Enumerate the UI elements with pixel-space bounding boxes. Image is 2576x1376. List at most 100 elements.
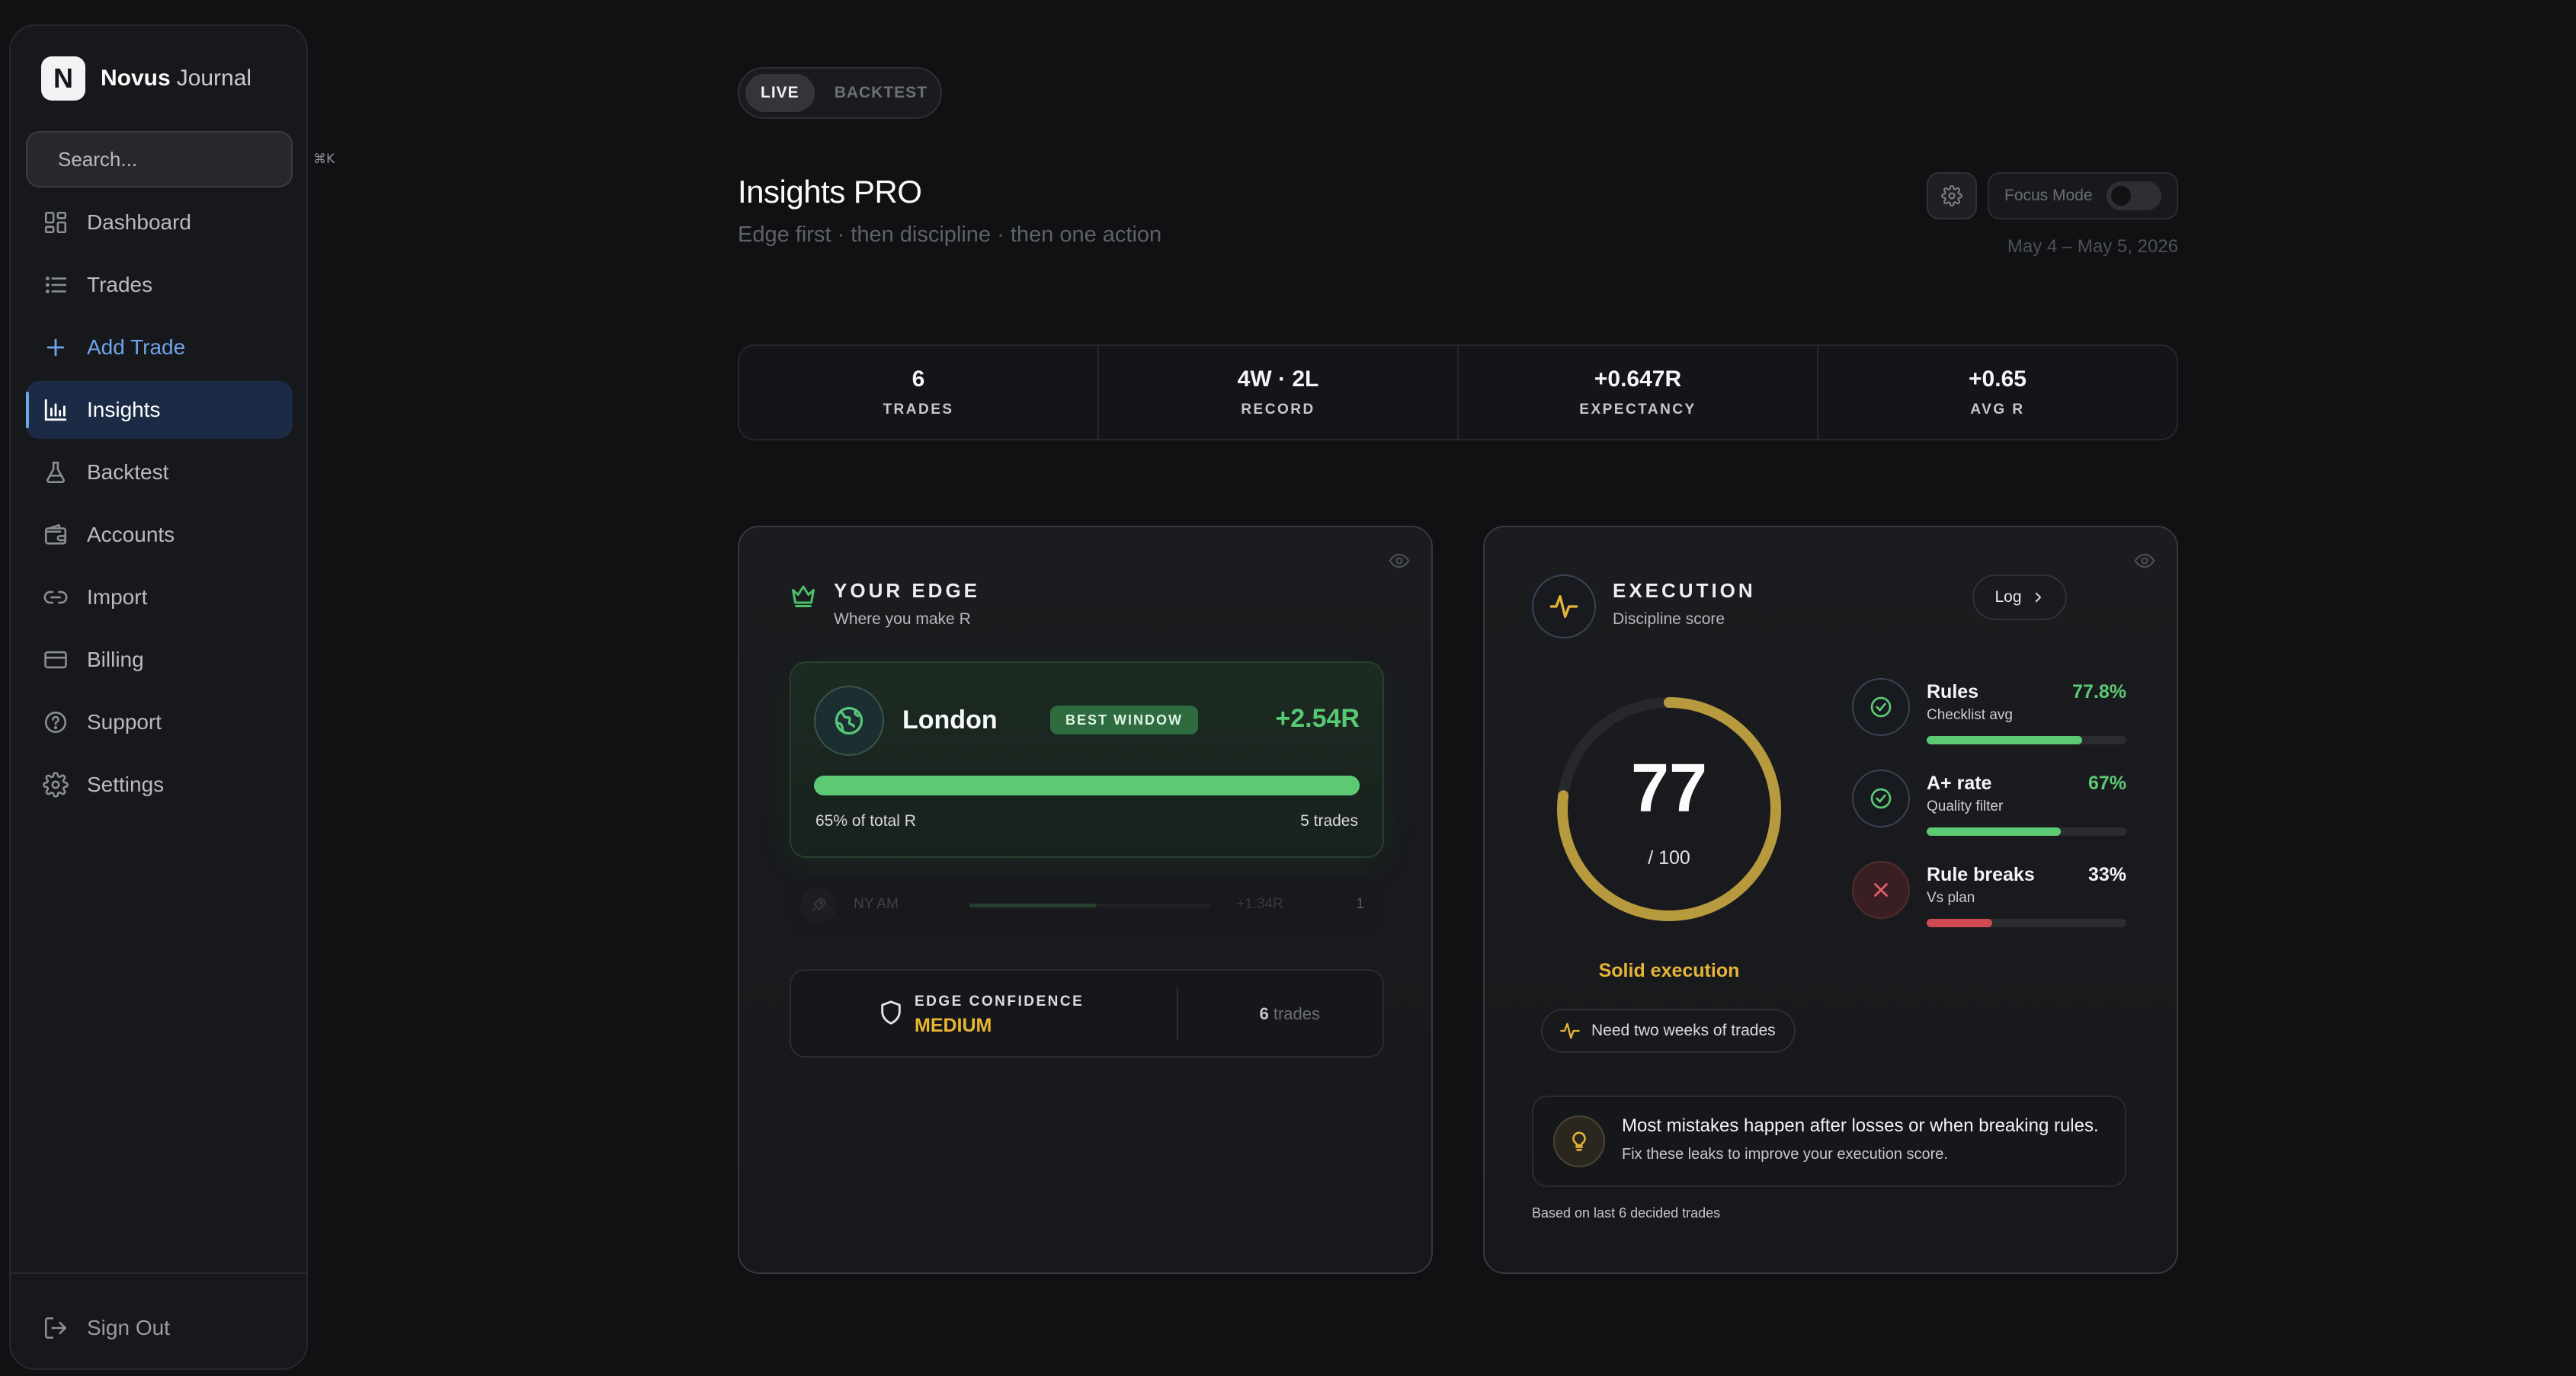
- stat-trades: 6 TRADES: [739, 346, 1099, 439]
- best-window-trades: 5 trades: [1300, 812, 1358, 830]
- x-icon: [1852, 861, 1910, 919]
- execution-verdict: Solid execution: [1598, 960, 1740, 981]
- brand-logo: N: [41, 56, 85, 101]
- chevron-right-icon: [2035, 592, 2041, 603]
- edge-title: YOUR EDGE: [834, 579, 981, 602]
- brand[interactable]: N Novus Journal: [41, 56, 252, 101]
- sidebar-item-insights[interactable]: Insights: [26, 381, 293, 439]
- secondary-window-row[interactable]: NY AM +1.34R 1: [790, 878, 1384, 933]
- list-icon: [45, 277, 67, 293]
- execution-card: EXECUTION Discipline score Log 77 / 100 …: [1483, 526, 2178, 1274]
- metric-a-plus-rate: A+ rate Quality filter 67%: [1852, 770, 2126, 853]
- metric-rule-breaks: Rule breaks Vs plan 33%: [1852, 861, 2126, 945]
- execution-title: EXECUTION: [1613, 579, 1756, 602]
- sign-out-button[interactable]: Sign Out: [43, 1315, 170, 1341]
- sidebar-item-dashboard[interactable]: Dashboard: [26, 194, 293, 251]
- search-input[interactable]: [58, 147, 313, 171]
- divider: [1177, 987, 1178, 1041]
- sidebar-item-trades[interactable]: Trades: [26, 256, 293, 314]
- metric-name: Rules: [1927, 681, 1979, 702]
- edge-confidence-panel: EDGE CONFIDENCE MEDIUM 6 trades: [790, 969, 1384, 1058]
- metric-bar: [1927, 827, 2126, 836]
- score-value: 77: [1630, 750, 1708, 827]
- stat-label: RECORD: [1241, 402, 1315, 418]
- mode-live-button[interactable]: LIVE: [745, 74, 815, 112]
- gear-icon: [1941, 185, 1962, 206]
- sidebar-item-label: Dashboard: [87, 210, 191, 234]
- sidebar-item-label: Add Trade: [87, 335, 186, 359]
- stat-value: +0.65: [1969, 366, 2027, 392]
- tip-main-text: Most mistakes happen after losses or whe…: [1622, 1115, 2099, 1136]
- eye-icon[interactable]: [1389, 550, 1410, 571]
- need-more-trades-label: Need two weeks of trades: [1591, 1022, 1776, 1039]
- sidebar-item-accounts[interactable]: Accounts: [26, 506, 293, 564]
- log-button[interactable]: Log: [1972, 574, 2067, 620]
- metric-bar-fill: [1927, 919, 1993, 927]
- mode-switch: LIVE BACKTEST: [738, 67, 942, 119]
- secondary-window-bar: [969, 904, 1210, 907]
- mode-backtest-button[interactable]: BACKTEST: [815, 74, 943, 112]
- sidebar-item-support[interactable]: Support: [26, 693, 293, 751]
- sidebar-item-backtest[interactable]: Backtest: [26, 443, 293, 501]
- metric-percent: 33%: [2087, 864, 2126, 885]
- metric-bar: [1927, 736, 2126, 744]
- date-range: May 4 – May 5, 2026: [2007, 236, 2178, 257]
- metric-percent: 67%: [2087, 773, 2126, 794]
- settings-button[interactable]: [1927, 172, 1977, 219]
- metric-bar-fill: [1927, 736, 2082, 744]
- best-window-r: +2.54R: [1275, 704, 1360, 733]
- search-shortcut: ⌘K: [313, 152, 335, 167]
- check-circle-icon: [1852, 678, 1910, 736]
- page-subtitle: Edge first · then discipline · then one …: [738, 222, 1162, 247]
- execution-subtitle: Discipline score: [1613, 610, 1725, 628]
- metric-percent: 77.8%: [2072, 681, 2126, 702]
- stat-label: EXPECTANCY: [1579, 402, 1697, 418]
- sidebar-item-label: Insights: [87, 398, 161, 421]
- bar-chart-icon: [44, 398, 67, 421]
- page-title: Insights PRO: [738, 174, 922, 210]
- eye-icon[interactable]: [2134, 550, 2155, 571]
- sidebar-item-label: Import: [87, 585, 148, 609]
- stat-value: 4W · 2L: [1237, 366, 1319, 392]
- brand-name: Novus: [101, 66, 171, 91]
- focus-mode-label: Focus Mode: [2004, 187, 2093, 204]
- edge-confidence-label: EDGE CONFIDENCE: [915, 994, 1085, 1010]
- metric-name: Rule breaks: [1927, 864, 2035, 885]
- card-icon: [44, 651, 67, 669]
- metric-rules: Rules Checklist avg 77.8%: [1852, 678, 2126, 762]
- stat-label: TRADES: [883, 402, 954, 418]
- focus-mode-toggle[interactable]: [2107, 181, 2161, 210]
- shield-icon: [881, 1000, 901, 1025]
- stat-avg-r: +0.65 AVG R: [1818, 346, 2177, 439]
- grid-icon: [44, 211, 67, 234]
- best-window-panel[interactable]: London BEST WINDOW +2.54R 65% of total R…: [790, 661, 1384, 858]
- sidebar-item-add-trade[interactable]: Add Trade: [26, 318, 293, 376]
- flask-icon: [46, 461, 66, 484]
- metric-sub: Vs plan: [1927, 890, 1975, 906]
- best-window-bar: [814, 776, 1360, 795]
- metric-sub: Checklist avg: [1927, 707, 2013, 723]
- focus-mode-control: Focus Mode: [1988, 172, 2178, 219]
- activity-icon: [1532, 574, 1596, 638]
- stat-value: +0.647R: [1594, 366, 1682, 392]
- lightbulb-icon: [1553, 1115, 1605, 1167]
- sidebar-item-label: Backtest: [87, 460, 169, 484]
- search-box[interactable]: ⌘K: [26, 131, 335, 187]
- gear-icon: [43, 772, 69, 798]
- stat-expectancy: +0.647R EXPECTANCY: [1459, 346, 1818, 439]
- secondary-window-count: 1: [1356, 896, 1364, 912]
- activity-icon: [1560, 1022, 1580, 1039]
- sidebar-item-import[interactable]: Import: [26, 568, 293, 626]
- metric-sub: Quality filter: [1927, 798, 2004, 814]
- secondary-window-r: +1.34R: [1236, 896, 1283, 912]
- stats-bar: 6 TRADES 4W · 2L RECORD +0.647R EXPECTAN…: [738, 344, 2178, 440]
- edge-confidence-value: MEDIUM: [915, 1015, 992, 1036]
- edge-confidence-trades-word: trades: [1273, 1004, 1320, 1023]
- sidebar-item-settings[interactable]: Settings: [26, 756, 293, 814]
- log-button-label: Log: [1994, 588, 2022, 606]
- sidebar-item-billing[interactable]: Billing: [26, 631, 293, 689]
- wallet-icon: [44, 523, 67, 545]
- sidebar-item-label: Settings: [87, 773, 165, 796]
- globe-icon: [814, 686, 884, 756]
- edge-confidence-trades-count: 6: [1259, 1004, 1269, 1023]
